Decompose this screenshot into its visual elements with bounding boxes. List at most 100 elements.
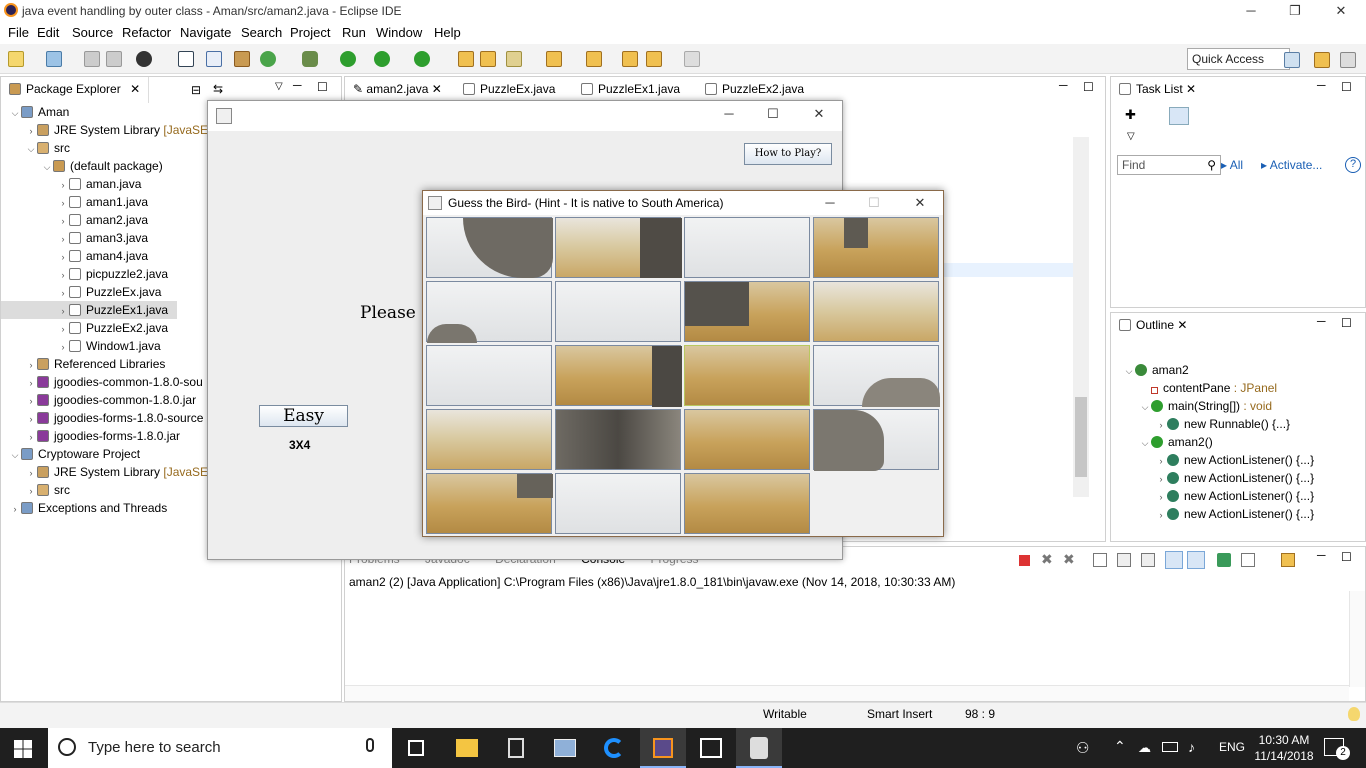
outline-item[interactable]: › new ActionListener() {...} (1111, 505, 1315, 524)
puzzle-tile[interactable] (426, 345, 552, 406)
remove-all-icon[interactable]: ✖ (1063, 551, 1075, 568)
new-java-package-icon[interactable] (234, 51, 250, 67)
puzzle-tile[interactable] (813, 217, 939, 278)
tray-chevron-up-icon[interactable]: ⌃ (1114, 738, 1126, 755)
tree-item[interactable]: › PuzzleEx1.java (1, 301, 177, 319)
outline-item[interactable]: ⌵ aman2 (1111, 361, 1189, 379)
maximize-view-icon[interactable]: ☐ (1341, 80, 1352, 94)
tree-item[interactable]: › JRE System Library [JavaSE-1 (1, 463, 219, 481)
java-perspective-icon[interactable] (1314, 52, 1330, 68)
puzzle-tile[interactable] (684, 217, 810, 278)
chevron-right-icon[interactable]: › (25, 374, 37, 392)
tree-item[interactable]: › aman2.java (1, 211, 149, 229)
task-list-tab[interactable]: Task List ✕ (1111, 77, 1205, 103)
maximize-view-icon[interactable]: ☐ (1341, 316, 1352, 330)
puzzle-tile[interactable] (813, 281, 939, 342)
taskbar-search-box[interactable]: Type here to search (48, 728, 392, 768)
save-icon[interactable] (84, 51, 100, 67)
close-icon[interactable]: ✕ (897, 192, 943, 214)
file-explorer-icon[interactable] (456, 739, 478, 757)
minimize-icon[interactable]: ─ (807, 192, 853, 214)
open-icon[interactable] (46, 51, 62, 67)
tree-item[interactable]: ⌵ (default package) (1, 157, 163, 175)
chevron-right-icon[interactable]: › (1155, 470, 1167, 488)
menu-help[interactable]: Help (434, 25, 461, 40)
tree-item[interactable]: › jgoodies-common-1.8.0-sou (1, 373, 203, 391)
battery-icon[interactable] (1162, 742, 1178, 752)
chevron-down-icon[interactable]: ⌵ (1139, 398, 1151, 416)
puzzle-tile[interactable] (555, 345, 682, 407)
prev-annotation-icon[interactable] (586, 51, 602, 67)
microphone-icon[interactable] (366, 738, 374, 752)
minimize-view-icon[interactable]: ─ (1317, 78, 1326, 92)
chevron-right-icon[interactable]: › (9, 500, 21, 518)
menu-file[interactable]: File (8, 25, 29, 40)
package-explorer-tab[interactable]: Package Explorer ✕ (1, 77, 150, 103)
clock[interactable]: 10:30 AM 11/14/2018 (1252, 732, 1316, 764)
outline-item[interactable]: contentPane : JPanel (1111, 379, 1277, 397)
tree-item[interactable]: › PuzzleEx.java (1, 283, 162, 301)
show-on-stderr-icon[interactable] (1187, 551, 1205, 569)
profile-icon[interactable] (136, 51, 152, 67)
external-tools-icon[interactable] (414, 51, 430, 67)
minimize-icon[interactable]: ─ (1228, 0, 1274, 22)
outline-item[interactable]: › new Runnable() {...} (1111, 415, 1291, 433)
pin-console-icon[interactable] (1217, 553, 1231, 567)
scroll-lock-icon[interactable] (1117, 553, 1131, 567)
windows-start-icon[interactable] (14, 740, 32, 758)
forward-icon[interactable] (684, 51, 700, 67)
minimize-view-icon[interactable]: ─ (1059, 78, 1068, 92)
new-java-class-icon[interactable] (260, 51, 276, 67)
chevron-right-icon[interactable]: › (25, 122, 37, 140)
collapse-all-icon[interactable]: ⊟ (191, 83, 201, 97)
save-all-icon[interactable] (106, 51, 122, 67)
new-task-icon[interactable]: ✚ (1125, 107, 1136, 123)
puzzle-tile[interactable] (426, 409, 552, 470)
minimize-icon[interactable]: ─ (706, 103, 752, 125)
chevron-down-icon[interactable]: ⌵ (41, 158, 53, 176)
display-console-icon[interactable] (1241, 553, 1255, 567)
open-perspective-icon[interactable] (1284, 52, 1300, 68)
tree-item[interactable]: › jgoodies-common-1.8.0.jar (1, 391, 197, 409)
search-toolbar-icon[interactable] (506, 51, 522, 67)
puzzle-tile[interactable] (426, 281, 552, 343)
view-menu-icon[interactable]: ▽ (275, 81, 283, 92)
open-type-icon[interactable] (458, 51, 474, 67)
minimize-view-icon[interactable]: ─ (1317, 314, 1326, 328)
menu-navigate[interactable]: Navigate (180, 25, 231, 40)
show-on-stdout-icon[interactable] (1165, 551, 1183, 569)
tree-item[interactable]: › jgoodies-forms-1.8.0-source (1, 409, 204, 428)
chevron-right-icon[interactable]: › (1155, 488, 1167, 506)
remove-launch-icon[interactable]: ✖ (1041, 551, 1053, 568)
outline-item[interactable]: ⌵ aman2() (1111, 433, 1213, 451)
close-tab-icon[interactable]: ✕ (130, 82, 140, 96)
chevron-down-icon[interactable]: ⌵ (9, 104, 21, 122)
menu-search[interactable]: Search (241, 25, 282, 40)
tree-item[interactable]: ⌵ Cryptoware Project (1, 445, 140, 463)
debug-perspective-icon[interactable] (1340, 52, 1356, 68)
outline-item[interactable]: › new ActionListener() {...} (1111, 487, 1315, 506)
chevron-right-icon[interactable]: › (57, 338, 69, 356)
activate-link[interactable]: ▸ Activate... (1261, 158, 1322, 172)
maximize-view-icon[interactable]: ☐ (1083, 80, 1094, 94)
all-link[interactable]: ▸ All (1221, 158, 1243, 172)
close-icon[interactable]: ✕ (1318, 0, 1364, 22)
puzzle-tile[interactable] (555, 409, 681, 470)
last-edit-icon[interactable] (622, 51, 638, 67)
chevron-right-icon[interactable]: › (1155, 506, 1167, 524)
chevron-right-icon[interactable]: › (25, 428, 37, 446)
outline-item[interactable]: › new ActionListener() {...} (1111, 469, 1315, 488)
close-icon[interactable]: ✕ (796, 103, 842, 125)
puzzle-tile[interactable] (813, 409, 939, 471)
tree-item[interactable]: › PuzzleEx2.java (1, 319, 169, 337)
console-hscroll[interactable] (345, 685, 1349, 701)
outline-item[interactable]: › new ActionListener() {...} (1111, 451, 1315, 470)
chevron-right-icon[interactable]: › (25, 356, 37, 374)
chevron-right-icon[interactable]: › (25, 410, 37, 428)
open-task-icon[interactable] (480, 51, 496, 67)
menu-run[interactable]: Run (342, 25, 366, 40)
chevron-right-icon[interactable]: › (1155, 452, 1167, 470)
chevron-right-icon[interactable]: › (57, 230, 69, 248)
debug-icon[interactable] (302, 51, 318, 67)
puzzle-tile[interactable] (684, 345, 810, 406)
